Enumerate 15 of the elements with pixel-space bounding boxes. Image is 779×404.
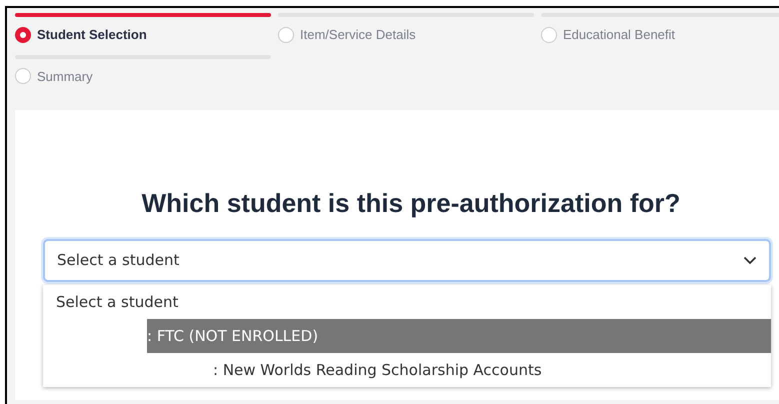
dropdown-option[interactable]: : New Worlds Reading Scholarship Accounts xyxy=(43,353,771,388)
student-select[interactable]: Select a student xyxy=(43,239,771,282)
step-label[interactable]: Item/Service Details xyxy=(300,25,416,44)
step-radio[interactable] xyxy=(15,68,31,84)
dropdown-option[interactable]: : FTC (NOT ENROLLED) xyxy=(43,319,771,354)
step-radio[interactable] xyxy=(15,26,31,43)
step-radio[interactable] xyxy=(541,26,557,43)
question-heading: Which student is this pre-authorization for? xyxy=(140,188,682,220)
select-value: Select a student xyxy=(57,250,180,272)
dropdown-option[interactable]: Select a student xyxy=(43,285,771,320)
step-label[interactable]: Educational Benefit xyxy=(563,25,676,44)
step-radio[interactable] xyxy=(278,26,294,43)
step-label[interactable]: Student Selection xyxy=(37,25,147,44)
step-label[interactable]: Summary xyxy=(37,66,93,86)
chevron-icon xyxy=(743,256,757,266)
